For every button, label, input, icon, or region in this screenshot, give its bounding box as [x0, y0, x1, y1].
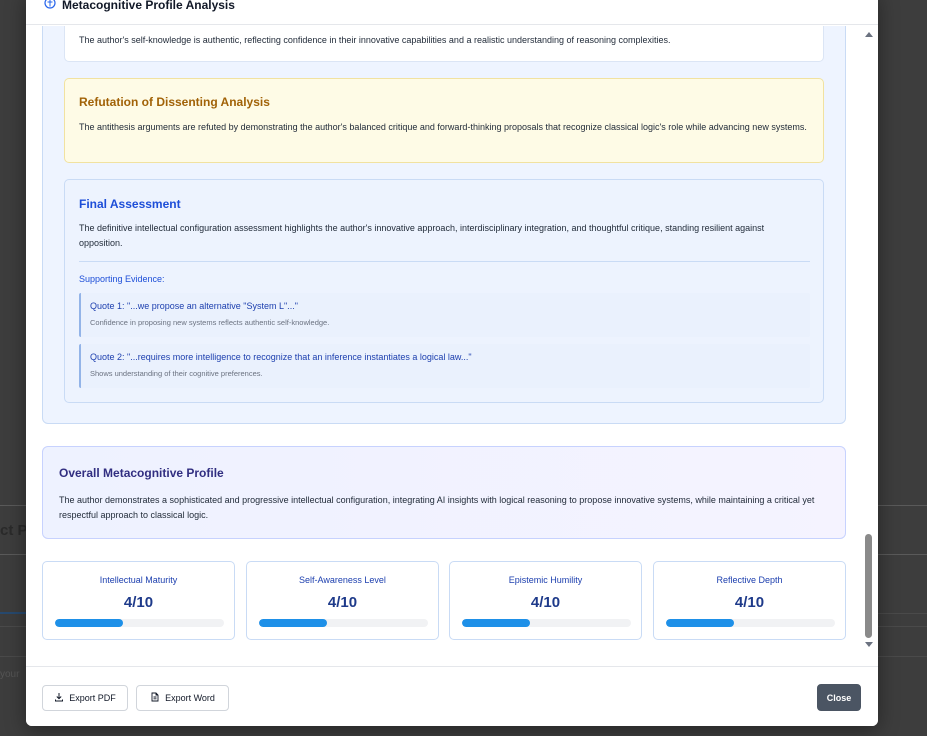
- overall-profile-title: Overall Metacognitive Profile: [59, 466, 224, 480]
- download-icon: [54, 692, 64, 704]
- metric-progress-bar: [666, 619, 835, 627]
- evidence-quote: Quote 1: "...we propose an alternative "…: [79, 293, 810, 337]
- supporting-evidence-label: Supporting Evidence:: [79, 274, 165, 284]
- metric-progress-bar: [55, 619, 224, 627]
- modal-header: Metacognitive Profile Analysis: [26, 0, 878, 25]
- metric-progress-fill: [259, 619, 327, 627]
- metacognitive-modal: Metacognitive Profile Analysis The autho…: [26, 0, 878, 726]
- metric-label: Reflective Depth: [716, 575, 783, 585]
- export-word-button[interactable]: Export Word: [136, 685, 229, 711]
- metric-progress-bar: [259, 619, 428, 627]
- metric-epistemic-humility: Epistemic Humility 4/10: [449, 561, 642, 640]
- evidence-quote: Quote 2: "...requires more intelligence …: [79, 344, 810, 388]
- metric-self-awareness-level: Self-Awareness Level 4/10: [246, 561, 439, 640]
- final-assessment-card: Final Assessment The definitive intellec…: [64, 179, 824, 403]
- metric-value: 4/10: [327, 594, 358, 611]
- metric-value: 4/10: [530, 594, 561, 611]
- document-icon: [150, 692, 160, 704]
- metric-label: Intellectual Maturity: [99, 575, 178, 585]
- quote-title: Quote 2: "...requires more intelligence …: [90, 352, 472, 362]
- metric-value: 4/10: [734, 594, 765, 611]
- self-knowledge-card: The author's self-knowledge is authentic…: [64, 26, 824, 62]
- overall-profile-text: The author demonstrates a sophisticated …: [59, 495, 815, 520]
- modal-scroll-content[interactable]: The author's self-knowledge is authentic…: [26, 26, 878, 666]
- quote-note: Confidence in proposing new systems refl…: [90, 318, 330, 327]
- export-pdf-button[interactable]: Export PDF: [42, 685, 128, 711]
- export-pdf-label: Export PDF: [69, 693, 116, 703]
- metric-intellectual-maturity: Intellectual Maturity 4/10: [42, 561, 235, 640]
- quote-title: Quote 1: "...we propose an alternative "…: [90, 301, 298, 311]
- quote-note: Shows understanding of their cognitive p…: [90, 369, 263, 378]
- scroll-up-arrow-icon[interactable]: [865, 32, 873, 37]
- refutation-title: Refutation of Dissenting Analysis: [79, 95, 270, 109]
- scroll-down-arrow-icon[interactable]: [865, 642, 873, 647]
- export-word-label: Export Word: [165, 693, 215, 703]
- modal-title: Metacognitive Profile Analysis: [44, 0, 235, 12]
- modal-footer: Export PDF Export Word Close: [26, 666, 878, 726]
- refutation-text: The antithesis arguments are refuted by …: [79, 122, 807, 132]
- close-button[interactable]: Close: [817, 684, 861, 711]
- self-knowledge-text: The author's self-knowledge is authentic…: [79, 35, 671, 45]
- metric-progress-fill: [666, 619, 734, 627]
- scrollbar-thumb[interactable]: [865, 534, 872, 638]
- brain-icon: [44, 0, 56, 12]
- metric-label: Self-Awareness Level: [299, 575, 386, 585]
- metric-progress-bar: [462, 619, 631, 627]
- background-partial-input: your: [0, 669, 20, 680]
- metric-progress-fill: [462, 619, 530, 627]
- metric-reflective-depth: Reflective Depth 4/10: [653, 561, 846, 640]
- final-assessment-text: The definitive intellectual configuratio…: [79, 223, 765, 248]
- metric-label: Epistemic Humility: [508, 575, 583, 585]
- overall-profile-card: Overall Metacognitive Profile The author…: [42, 446, 846, 539]
- modal-scrollbar[interactable]: [862, 26, 876, 654]
- metric-value: 4/10: [123, 594, 154, 611]
- refutation-card: Refutation of Dissenting Analysis The an…: [64, 78, 824, 163]
- divider: [79, 261, 810, 262]
- modal-title-text: Metacognitive Profile Analysis: [62, 0, 235, 12]
- metric-progress-fill: [55, 619, 123, 627]
- final-assessment-title: Final Assessment: [79, 197, 181, 211]
